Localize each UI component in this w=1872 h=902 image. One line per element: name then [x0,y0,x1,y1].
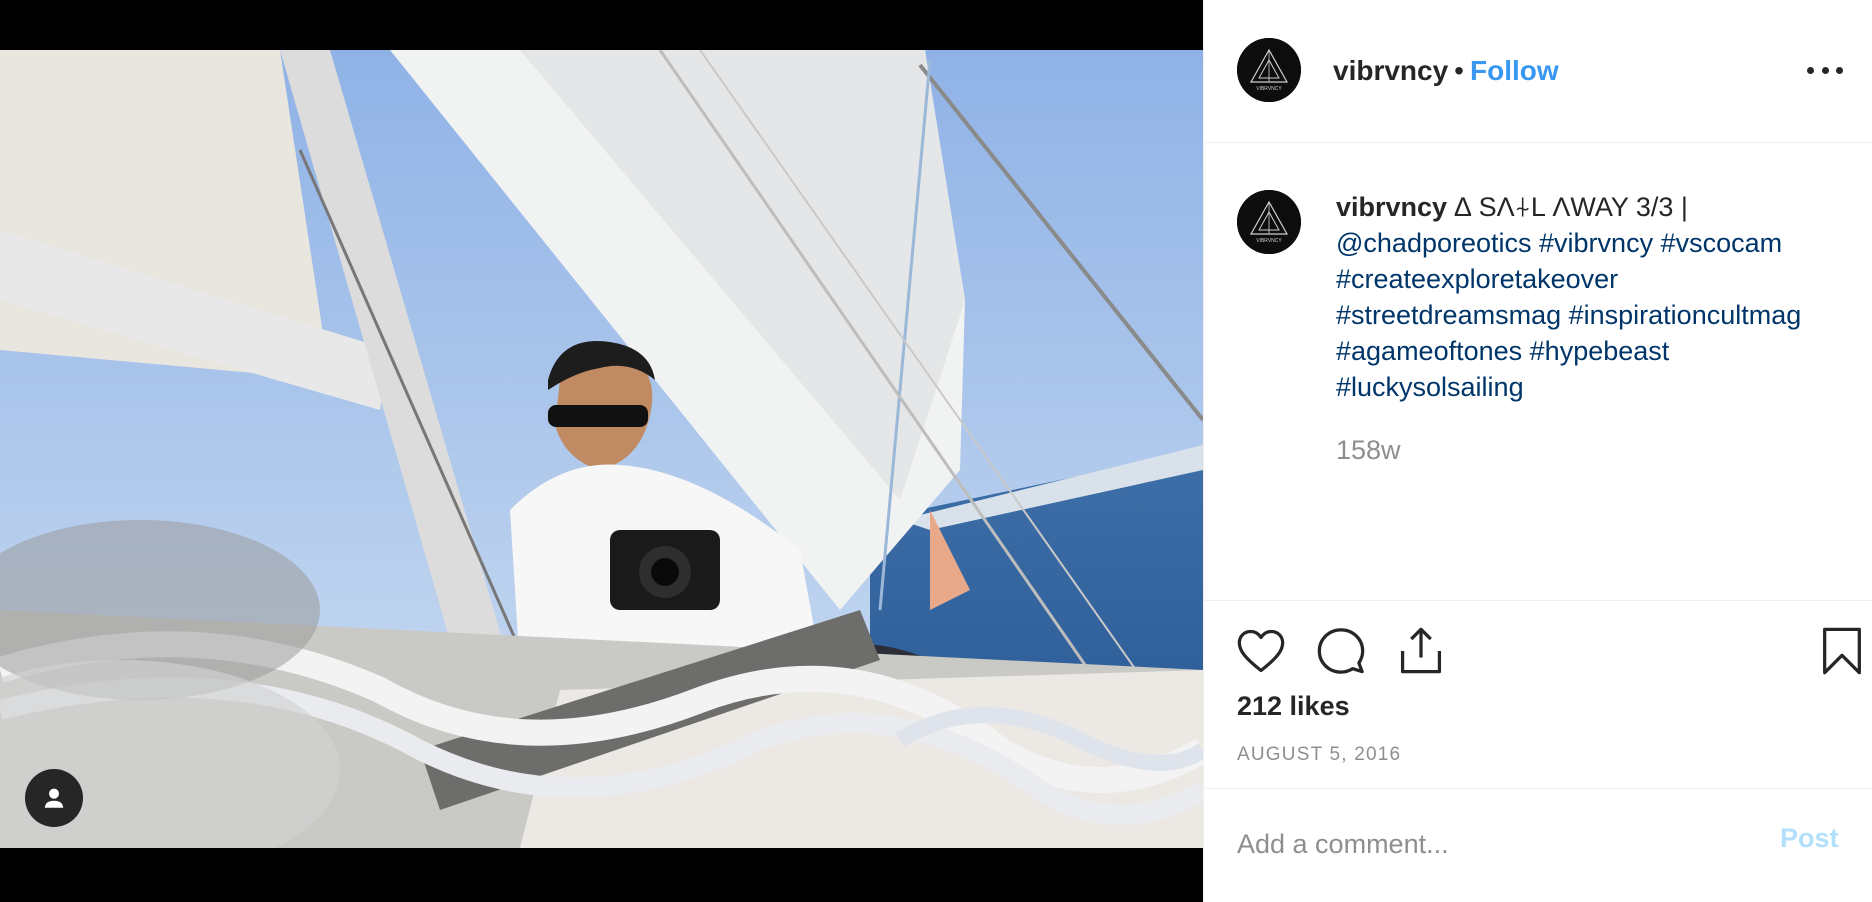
hashtag-link[interactable]: #inspirationcultmag [1569,300,1802,330]
post-photo[interactable] [0,50,1203,848]
bookmark-icon [1823,627,1861,675]
comment-button[interactable] [1315,625,1367,677]
post-modal: VIBRVNCY vibrvncy • Follow VIBRVNCY vibr… [0,0,1872,902]
post-media [0,0,1203,902]
comment-bubble-icon [1317,628,1365,674]
hashtag-link[interactable]: #agameoftones [1336,336,1522,366]
more-options-icon[interactable] [1807,55,1843,85]
post-actions: 212 likes AUGUST 5, 2016 [1204,601,1872,789]
caption-text: vibrvncy ∆ SΛ⍭L ΛWAY 3/3 | @chadporeotic… [1336,189,1856,405]
comment-bar: Post [1204,789,1872,902]
save-button[interactable] [1816,625,1868,677]
author-avatar[interactable]: VIBRVNCY [1237,38,1301,102]
svg-text:VIBRVNCY: VIBRVNCY [1256,238,1282,244]
post-side-panel: VIBRVNCY vibrvncy • Follow VIBRVNCY vibr… [1203,0,1872,902]
header-author-row: vibrvncy • Follow [1333,51,1559,91]
follow-button[interactable]: Follow [1470,55,1559,86]
like-button[interactable] [1235,625,1287,677]
tagged-users-button[interactable] [25,769,83,827]
caption-username[interactable]: vibrvncy [1336,192,1447,222]
hashtag-link[interactable]: #luckysolsailing [1336,372,1524,402]
heart-icon [1237,629,1285,673]
author-username[interactable]: vibrvncy [1333,55,1448,86]
hashtag-link[interactable]: #hypebeast [1530,336,1670,366]
post-header: VIBRVNCY vibrvncy • Follow [1204,0,1872,143]
likes-count[interactable]: 212 likes [1237,691,1350,722]
hashtag-link[interactable]: #createexploretakeover [1336,264,1618,294]
post-comment-button[interactable]: Post [1780,823,1839,854]
hashtag-link[interactable]: #vibrvncy [1539,228,1653,258]
user-icon [44,788,64,808]
caption-author-avatar[interactable]: VIBRVNCY [1237,190,1301,254]
caption-time-ago[interactable]: 158w [1336,435,1401,466]
separator-dot: • [1454,55,1464,86]
hashtag-link[interactable]: #streetdreamsmag [1336,300,1561,330]
comment-input[interactable] [1237,819,1767,869]
mention-link[interactable]: @chadporeotics [1336,228,1532,258]
post-date[interactable]: AUGUST 5, 2016 [1237,744,1401,766]
caption-body: ∆ SΛ⍭L ΛWAY 3/3 | [1447,192,1688,222]
caption-section: VIBRVNCY vibrvncy ∆ SΛ⍭L ΛWAY 3/3 | @cha… [1204,143,1872,601]
share-icon [1400,627,1442,674]
svg-text:VIBRVNCY: VIBRVNCY [1256,86,1282,92]
share-button[interactable] [1395,625,1447,677]
hashtag-link[interactable]: #vscocam [1661,228,1783,258]
